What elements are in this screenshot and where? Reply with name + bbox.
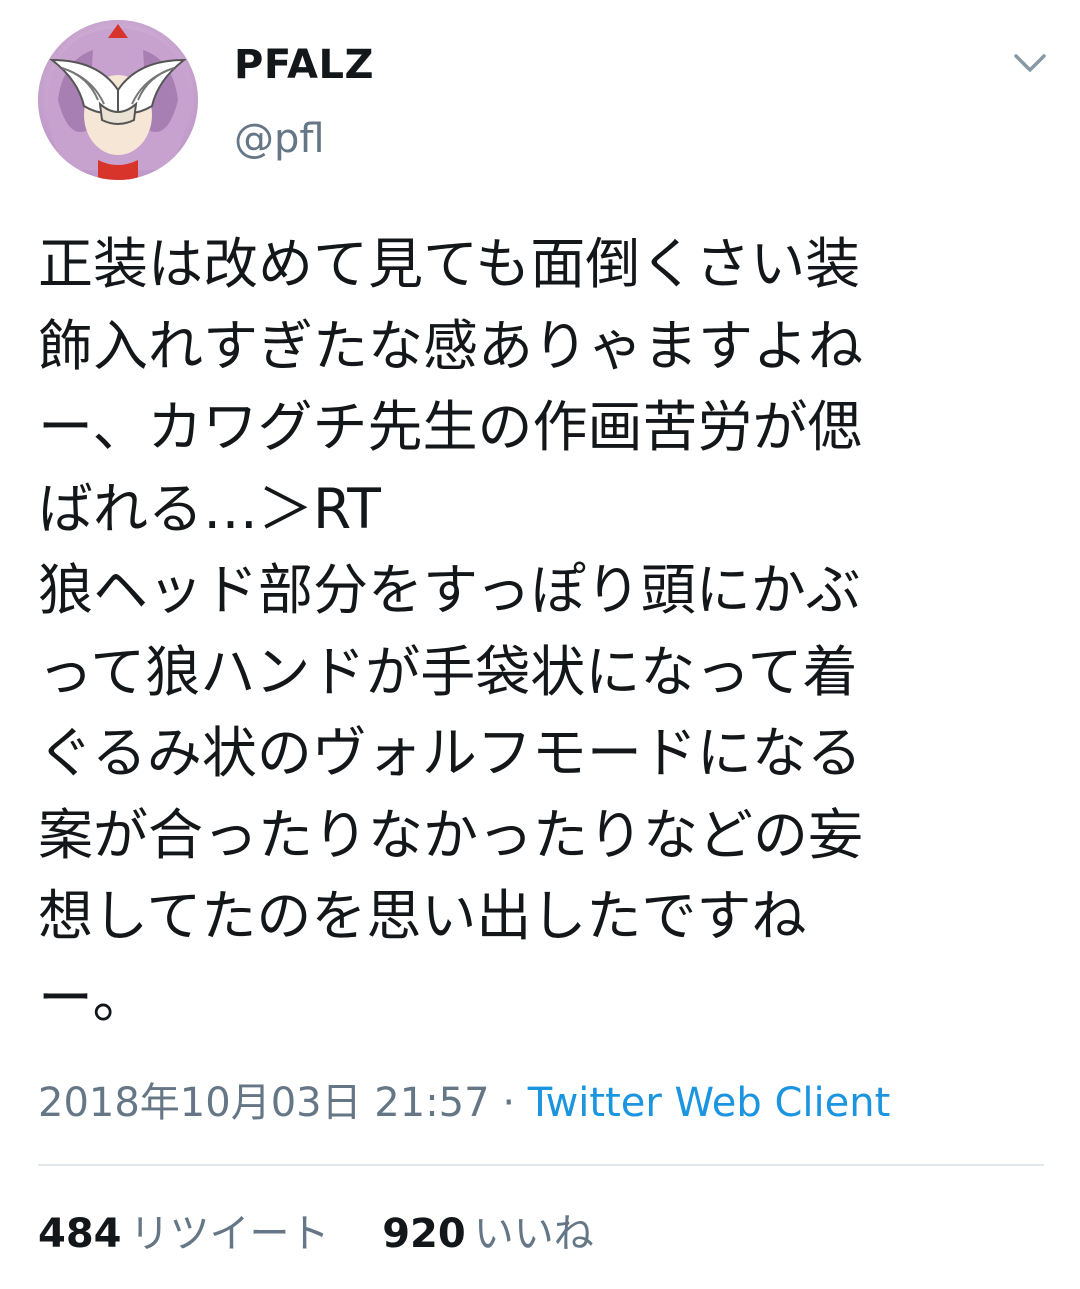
tweet-source-link[interactable]: Twitter Web Client <box>528 1080 891 1126</box>
tweet-meta: 2018年10月03日 21:57 · Twitter Web Client <box>38 1078 890 1128</box>
meta-separator: · <box>502 1080 516 1126</box>
retweets-label: リツイート <box>129 1211 330 1257</box>
likes-label: いいね <box>473 1211 594 1257</box>
avatar[interactable] <box>38 20 198 180</box>
divider <box>38 1164 1044 1166</box>
likes-stat[interactable]: 920 いいね <box>382 1208 594 1260</box>
tweet-text: 正装は改めて見ても面倒くさい装 飾入れすぎたな感ありゃますよね ー、カワグチ先生… <box>38 232 864 1030</box>
retweets-stat[interactable]: 484 リツイート <box>38 1208 330 1260</box>
author-display-name[interactable]: PFALZ <box>234 40 374 90</box>
avatar-image <box>38 20 198 180</box>
tweet-timestamp[interactable]: 2018年10月03日 21:57 <box>38 1080 490 1126</box>
likes-count: 920 <box>382 1211 466 1257</box>
author-handle[interactable]: @pfl <box>234 114 325 164</box>
chevron-down-icon[interactable] <box>1010 46 1050 78</box>
tweet-stats: 484 リツイート 920 いいね <box>38 1208 594 1260</box>
retweets-count: 484 <box>38 1211 122 1257</box>
tweet-detail: PFALZ @pfl 正装は改めて見ても面倒くさい装 飾入れすぎたな感ありゃます… <box>0 0 1080 1289</box>
